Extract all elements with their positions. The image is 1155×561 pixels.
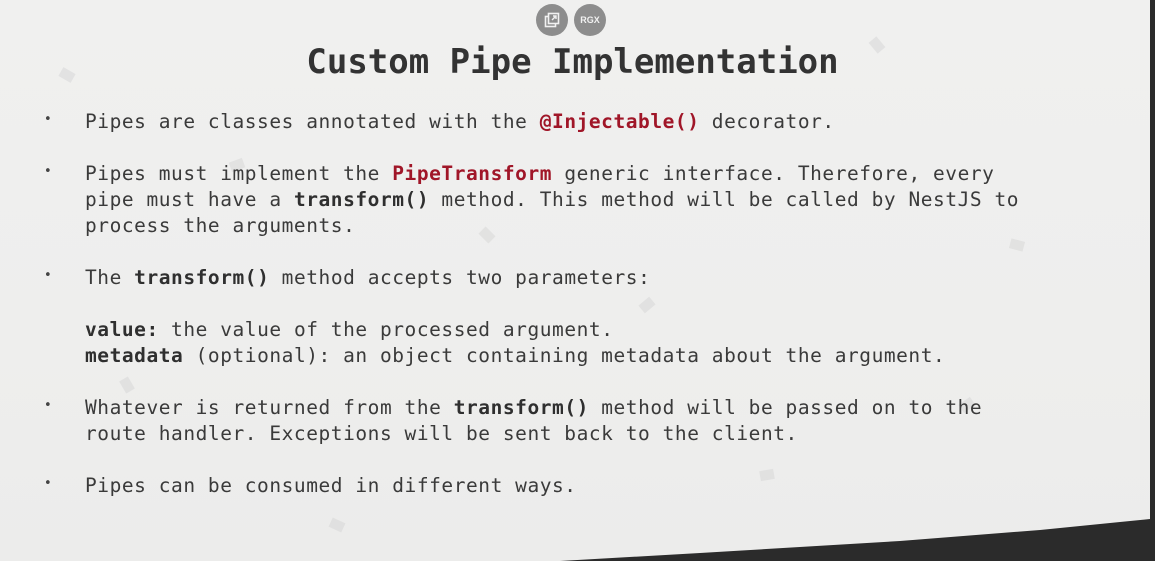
code-transform: transform() bbox=[293, 188, 430, 211]
bullet-2-text: Pipes must implement the PipeTransform g… bbox=[85, 161, 1019, 239]
text-span: process the arguments. bbox=[85, 214, 356, 237]
text-span: pipe must have a bbox=[85, 188, 294, 211]
param-metadata-name: metadata bbox=[85, 344, 184, 367]
param-value-desc: the value of the processed argument. bbox=[158, 318, 614, 341]
text-span: method will be passed on to the bbox=[588, 396, 983, 419]
text-span: generic interface. Therefore, every bbox=[552, 162, 995, 185]
bullet-5-text: Pipes can be consumed in different ways. bbox=[85, 473, 577, 499]
text-span: route handler. Exceptions will be sent b… bbox=[85, 422, 798, 445]
popout-icon bbox=[544, 12, 560, 28]
rgx-icon: RGX bbox=[580, 15, 600, 25]
bullet-1-text: Pipes are classes annotated with the @In… bbox=[85, 109, 835, 135]
text-span: method. This method will be called by Ne… bbox=[429, 188, 1020, 211]
text-span: method accepts two parameters: bbox=[269, 266, 651, 289]
bullet-2-marker: • bbox=[44, 164, 52, 179]
code-transform: transform() bbox=[453, 396, 589, 419]
popout-button[interactable] bbox=[536, 4, 568, 36]
code-injectable: @Injectable() bbox=[539, 110, 700, 133]
code-transform: transform() bbox=[134, 266, 270, 289]
code-pipetransform: PipeTransform bbox=[392, 162, 553, 185]
text-span: The bbox=[85, 266, 135, 289]
bullet-3-marker: • bbox=[44, 268, 52, 283]
bullet-5-marker: • bbox=[44, 476, 52, 491]
bullet-1-marker: • bbox=[44, 112, 52, 127]
slide-title: Custom Pipe Implementation bbox=[306, 42, 839, 82]
param-metadata-desc: (optional): an object containing metadat… bbox=[183, 344, 946, 367]
rgx-button[interactable]: RGX bbox=[574, 4, 606, 36]
bullet-3-text: The transform() method accepts two param… bbox=[85, 265, 650, 291]
bullet-4-marker: • bbox=[44, 398, 52, 413]
param-value-name: value: bbox=[85, 318, 159, 341]
bullet-4-text: Whatever is returned from the transform(… bbox=[85, 395, 982, 447]
text-span: Pipes are classes annotated with the bbox=[85, 110, 540, 133]
texture-fleck bbox=[759, 468, 775, 482]
texture-fleck bbox=[328, 517, 346, 533]
text-span: Pipes can be consumed in different ways. bbox=[85, 474, 577, 497]
overlay-toolbar: RGX bbox=[536, 4, 606, 36]
texture-fleck bbox=[1008, 238, 1026, 252]
texture-fleck bbox=[119, 376, 135, 394]
text-span: Pipes must implement the bbox=[85, 162, 393, 185]
slide: RGX Custom Pipe Implementation • Pipes a… bbox=[0, 0, 1150, 561]
texture-fleck bbox=[638, 296, 656, 314]
params-list: value: the value of the processed argume… bbox=[85, 317, 945, 369]
screen: RGX Custom Pipe Implementation • Pipes a… bbox=[0, 0, 1155, 561]
text-span: decorator. bbox=[699, 110, 835, 133]
text-span: Whatever is returned from the bbox=[85, 396, 454, 419]
